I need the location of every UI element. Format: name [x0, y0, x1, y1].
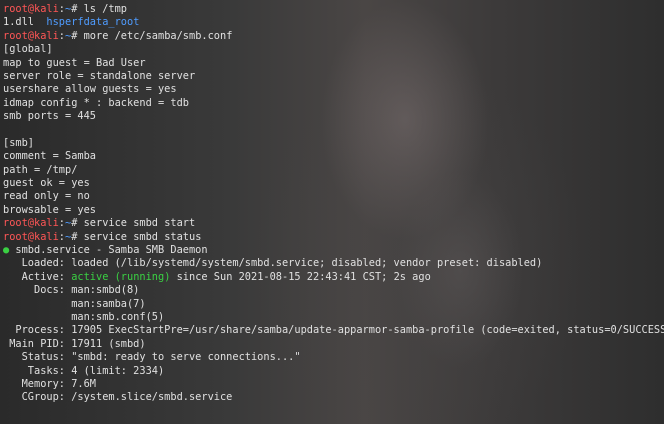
output-line: idmap config * : backend = tdb — [3, 97, 664, 110]
active-label: Active: — [3, 270, 72, 283]
output-line: map to guest = Bad User — [3, 57, 664, 70]
output-line: Process: 17905 ExecStartPre=/usr/share/s… — [3, 324, 664, 337]
output-text: Main PID: 17911 (smbd) — [3, 337, 146, 350]
output-line: man:smb.conf(5) — [3, 311, 664, 324]
output-text: path = /tmp/ — [3, 163, 78, 176]
output-line: browsable = yes — [3, 204, 664, 217]
output-text: [global] — [3, 43, 53, 56]
command-line: root@kali:~# service smbd start — [3, 217, 664, 230]
output-line: CGroup: /system.slice/smbd.service — [3, 391, 664, 404]
command-text: ls /tmp — [77, 3, 128, 15]
output-text: Loaded: loaded (/lib/systemd/system/smbd… — [3, 257, 543, 270]
output-text: [smb] — [3, 136, 34, 149]
service-title: smbd.service - Samba SMB Daemon — [9, 244, 208, 257]
output-line: read only = no — [3, 190, 664, 203]
output-line: Status: "smbd: ready to serve connection… — [3, 351, 664, 364]
output-text: Status: "smbd: ready to serve connection… — [3, 351, 301, 364]
output-text: man:smb.conf(5) — [3, 310, 165, 323]
active-since: since Sun 2021-08-15 22:43:41 CST; 2s ag… — [170, 270, 431, 283]
prompt-user-host: root@kali — [3, 230, 59, 243]
output-text: map to guest = Bad User — [3, 56, 146, 69]
command-text: service smbd status — [77, 230, 202, 243]
output-text: Tasks: 4 (limit: 2334) — [3, 364, 165, 377]
output-line: Main PID: 17911 (smbd) — [3, 338, 664, 351]
directory-entry: hsperfdata_root — [46, 16, 140, 29]
output-line: Docs: man:smbd(8) — [3, 284, 664, 297]
active-status: active (running) — [71, 270, 171, 283]
command-text: service smbd start — [77, 217, 196, 230]
output-text: guest ok = yes — [3, 177, 90, 190]
prompt-user-host: root@kali — [3, 29, 59, 42]
command-text: more /etc/samba/smb.conf — [77, 29, 233, 42]
output-line: smb ports = 445 — [3, 110, 664, 123]
command-line: root@kali:~# more /etc/samba/smb.conf — [3, 30, 664, 43]
output-text: idmap config * : backend = tdb — [3, 96, 189, 109]
output-text: comment = Samba — [3, 150, 96, 163]
output-text: smb ports = 445 — [3, 110, 96, 123]
output-text: server role = standalone server — [3, 69, 196, 82]
output-line: [smb] — [3, 137, 664, 150]
output-line: Loaded: loaded (/lib/systemd/system/smbd… — [3, 257, 664, 270]
output-line: Memory: 7.6M — [3, 378, 664, 391]
output-text: read only = no — [3, 190, 90, 203]
output-line: guest ok = yes — [3, 177, 664, 190]
terminal-output: root@kali:~# ls /tmp 1.dll hsperfdata_roo… — [3, 3, 664, 405]
prompt-user-host: root@kali — [3, 3, 59, 15]
output-text: Memory: 7.6M — [3, 377, 96, 390]
output-text: browsable = yes — [3, 203, 96, 216]
output-line: server role = standalone server — [3, 70, 664, 83]
output-line: man:samba(7) — [3, 298, 664, 311]
command-line: root@kali:~# ls /tmp — [3, 3, 664, 16]
output-line: Tasks: 4 (limit: 2334) — [3, 365, 664, 378]
output-text: man:samba(7) — [3, 297, 146, 310]
output-line: path = /tmp/ — [3, 164, 664, 177]
service-header: ● smbd.service - Samba SMB Daemon — [3, 244, 664, 257]
command-line: root@kali:~# service smbd status — [3, 231, 664, 244]
output-text: usershare allow guests = yes — [3, 83, 177, 96]
output-text: Process: 17905 ExecStartPre=/usr/share/s… — [3, 324, 664, 337]
output-line: 1.dll hsperfdata_root — [3, 16, 664, 29]
output-text: CGroup: /system.slice/smbd.service — [3, 391, 233, 404]
terminal-window[interactable]: root@kali:~# ls /tmp 1.dll hsperfdata_roo… — [0, 0, 664, 424]
output-line: usershare allow guests = yes — [3, 83, 664, 96]
file-entry: 1.dll — [3, 16, 34, 29]
prompt-user-host: root@kali — [3, 217, 59, 230]
output-line: comment = Samba — [3, 150, 664, 163]
output-line: [global] — [3, 43, 664, 56]
output-text: Docs: man:smbd(8) — [3, 284, 140, 297]
output-line: Active: active (running) since Sun 2021-… — [3, 271, 664, 284]
